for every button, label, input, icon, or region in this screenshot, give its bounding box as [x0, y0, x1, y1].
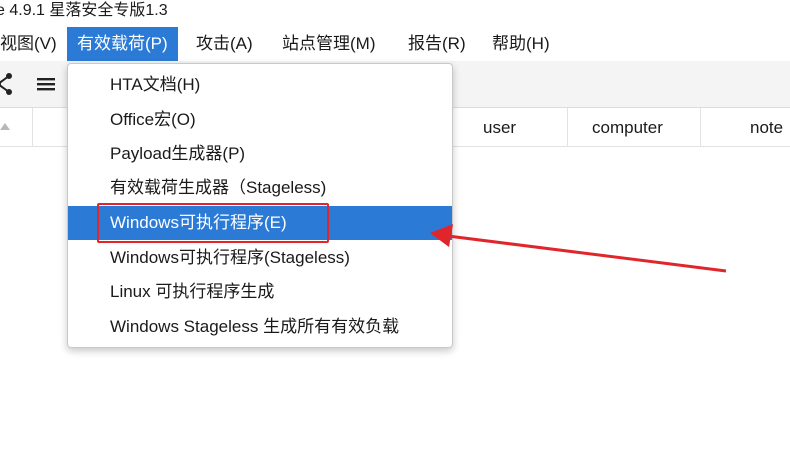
menu-item-stageless-payload-generator[interactable]: 有效载荷生成器（Stageless): [68, 171, 452, 205]
column-header-computer[interactable]: computer: [592, 108, 663, 146]
menu-item-windows-stageless-all-payloads[interactable]: Windows Stageless 生成所有有效负载: [68, 310, 452, 344]
menu-payload[interactable]: 有效载荷(P): [67, 27, 178, 61]
column-header-user[interactable]: user: [483, 108, 516, 146]
sort-arrow-icon[interactable]: [0, 123, 10, 130]
column-separator: [32, 108, 33, 146]
annotation-highlight-box: [97, 203, 329, 243]
menu-help[interactable]: 帮助(H): [482, 27, 560, 61]
menu-view[interactable]: 视图(V): [0, 27, 67, 61]
menu-item-hta-document[interactable]: HTA文档(H): [68, 68, 452, 102]
window-title: e 4.9.1 星落安全专版1.3: [0, 2, 168, 19]
column-header-note[interactable]: note: [750, 108, 783, 146]
menu-item-office-macro[interactable]: Office宏(O): [68, 103, 452, 137]
menu-bar: 视图(V) 有效载荷(P) 攻击(A) 站点管理(M) 报告(R) 帮助(H): [0, 27, 790, 61]
menu-item-windows-executable-stageless[interactable]: Windows可执行程序(Stageless): [68, 241, 452, 275]
column-separator: [567, 108, 568, 146]
menu-item-linux-executable[interactable]: Linux 可执行程序生成: [68, 275, 452, 309]
menu-site-management[interactable]: 站点管理(M): [272, 27, 385, 61]
title-bar: e 4.9.1 星落安全专版1.3: [0, 0, 790, 26]
menu-report[interactable]: 报告(R): [398, 27, 476, 61]
share-icon[interactable]: [0, 71, 18, 97]
menu-icon[interactable]: [34, 71, 60, 97]
menu-attack[interactable]: 攻击(A): [186, 27, 263, 61]
menu-item-payload-generator[interactable]: Payload生成器(P): [68, 137, 452, 171]
column-separator: [700, 108, 701, 146]
